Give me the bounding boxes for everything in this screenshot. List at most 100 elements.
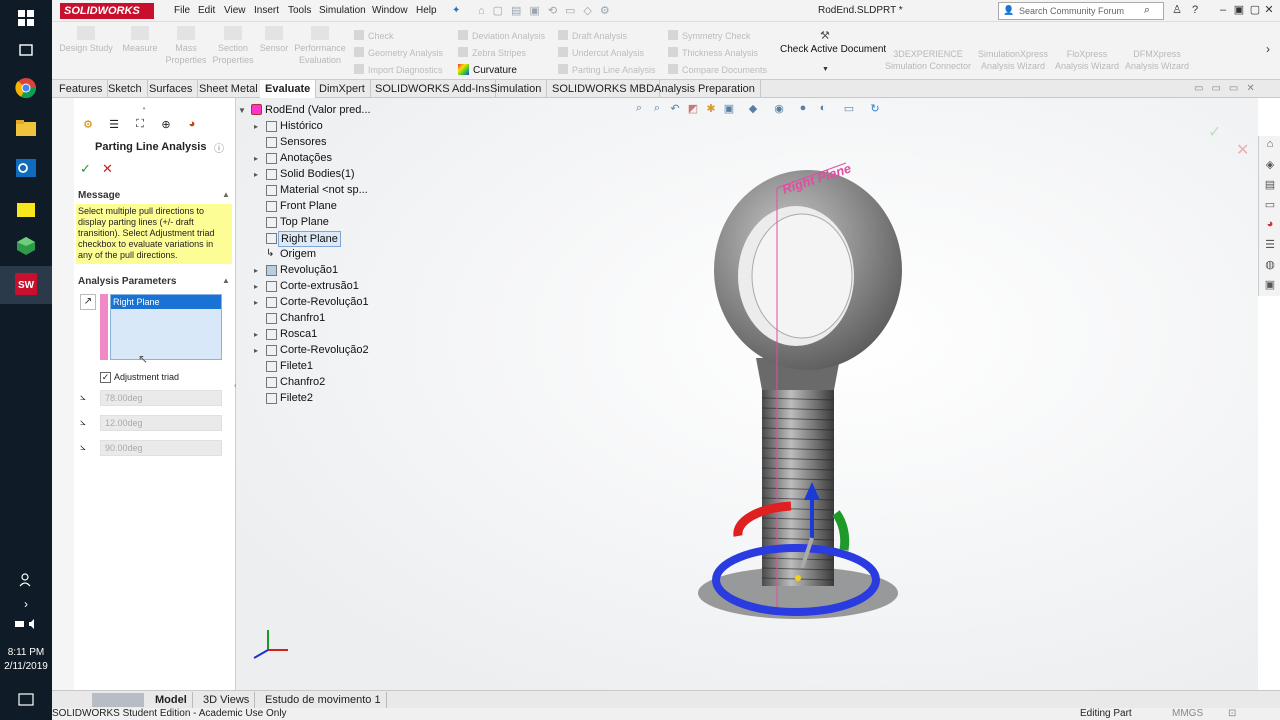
tab-motion-study-1[interactable]: Estudo de movimento 1 (260, 692, 387, 708)
task-view-icon[interactable] (14, 38, 38, 62)
status-units[interactable]: MMGS (1172, 708, 1203, 720)
edit-appearance-icon[interactable]: ● (796, 102, 810, 116)
solidworks-taskbar-icon[interactable]: SW (14, 272, 38, 296)
status-expand-icon[interactable]: ⊡ (1228, 708, 1236, 720)
file-explorer-icon[interactable] (14, 116, 38, 140)
search-icon[interactable]: ⌕ (1140, 3, 1154, 17)
tree-item-front-plane[interactable]: Front Plane (280, 200, 337, 212)
quick-access-toolbar[interactable]: ⌂▢▤▣⟲▭◇⚙ (478, 4, 708, 18)
design-study-button[interactable]: Design Study (58, 26, 114, 54)
tab-dimxpert[interactable]: DimXpert (314, 80, 371, 98)
zebra-stripes-button[interactable]: Zebra Stripes (458, 47, 526, 58)
sensor-button[interactable]: Sensor (256, 26, 292, 54)
compare-documents-button[interactable]: Compare Documents (668, 64, 767, 75)
tree-item-historico[interactable]: Histórico (280, 120, 323, 132)
rebuild-icon[interactable]: ↻ (868, 102, 882, 116)
expand-arrow-icon[interactable]: ▸ (254, 346, 258, 355)
geometry-analysis-button[interactable]: Geometry Analysis (354, 47, 443, 58)
tree-item-chanfro1[interactable]: Chanfro1 (280, 312, 325, 324)
confirm-corner-cancel-icon[interactable]: ✕ (1236, 140, 1249, 160)
view-orientation-icon[interactable]: ▣ (722, 102, 736, 116)
zoom-to-fit-icon[interactable]: ⌕ (632, 102, 646, 116)
parting-line-analysis-button[interactable]: Parting Line Analysis (558, 64, 656, 75)
search-people-icon[interactable]: 👤 (1002, 3, 1016, 17)
dynamic-annotation-icon[interactable]: ✱ (704, 102, 718, 116)
undercut-analysis-button[interactable]: Undercut Analysis (558, 47, 644, 58)
tab-scroll-controls[interactable] (92, 693, 144, 707)
app-cube-icon[interactable] (14, 234, 38, 258)
pin-icon[interactable]: ✦ (452, 5, 460, 16)
chrome-icon[interactable] (14, 76, 38, 100)
file-explorer-icon[interactable]: ▭ (1263, 198, 1277, 212)
ok-checkmark-button[interactable]: ✓ (80, 161, 91, 177)
view-palette-icon[interactable]: ▣ (1263, 278, 1277, 292)
solidworks-forum-icon[interactable]: ◍ (1263, 258, 1277, 272)
expand-arrow-icon[interactable]: ▸ (254, 330, 258, 339)
chevron-down-icon[interactable]: ▼ (238, 106, 246, 115)
collapse-chevron-icon[interactable]: ▲ (222, 190, 230, 199)
tree-item-corte-revolucao2[interactable]: Corte-Revolução2 (280, 344, 369, 356)
apply-scene-icon[interactable]: ◐ (816, 102, 830, 116)
thickness-analysis-button[interactable]: Thickness Analysis (668, 47, 758, 58)
check-button[interactable]: Check (354, 30, 394, 41)
tree-root-rodend[interactable]: RodEnd (Valor pred... (265, 104, 371, 116)
tree-item-anotacoes[interactable]: Anotações (280, 152, 332, 164)
close-button[interactable]: ✕ (1262, 3, 1276, 17)
people-icon[interactable] (14, 568, 38, 592)
tree-item-filete2[interactable]: Filete2 (280, 392, 313, 404)
battery-volume-icon[interactable] (14, 612, 38, 636)
view-settings-icon[interactable]: ▭ (842, 102, 856, 116)
dfmxpress-button[interactable]: DFMXpress Analysis Wizard (1122, 48, 1192, 72)
notification-icon[interactable] (14, 688, 38, 712)
tree-item-solid-bodies[interactable]: Solid Bodies(1) (280, 168, 355, 180)
graphics-viewport[interactable]: Right Plane (236, 98, 1258, 690)
section-view-icon[interactable]: ◩ (686, 102, 700, 116)
design-library-icon[interactable]: ▤ (1263, 178, 1277, 192)
import-diagnostics-button[interactable]: Import Diagnostics (354, 64, 443, 75)
expand-arrow-icon[interactable]: ▸ (254, 154, 258, 163)
home-icon[interactable]: ⌂ (1263, 138, 1277, 152)
tree-item-chanfro2[interactable]: Chanfro2 (280, 376, 325, 388)
measure-button[interactable]: Measure (118, 26, 162, 54)
menu-tools[interactable]: Tools (288, 5, 311, 16)
menu-edit[interactable]: Edit (198, 5, 215, 16)
mass-properties-button[interactable]: Mass Properties (164, 26, 208, 66)
help-icon[interactable]: ⓘ (214, 140, 224, 155)
clock-time[interactable]: 8:11 PM (0, 647, 52, 658)
zoom-to-area-icon[interactable]: ⌕ (650, 102, 664, 116)
menu-help[interactable]: Help (416, 5, 437, 16)
tab-sketch[interactable]: Sketch (103, 80, 148, 98)
floxpress-button[interactable]: FloXpress Analysis Wizard (1052, 48, 1122, 72)
expand-arrow-icon[interactable]: ▸ (254, 122, 258, 131)
tree-item-filete1[interactable]: Filete1 (280, 360, 313, 372)
tree-item-rosca1[interactable]: Rosca1 (280, 328, 317, 340)
expand-arrow-icon[interactable]: ▸ (254, 298, 258, 307)
analysis-parameters-header[interactable]: Analysis Parameters (78, 276, 176, 287)
tree-item-corte-revolucao1[interactable]: Corte-Revolução1 (280, 296, 369, 308)
pm-drag-handle[interactable]: • (52, 104, 236, 113)
confirm-corner-ok-icon[interactable]: ✓ (1208, 122, 1221, 142)
appearances-icon[interactable]: ◕ (1263, 218, 1277, 232)
section-properties-button[interactable]: Section Properties (210, 26, 256, 66)
angle-field-2[interactable]: 12.00deg (100, 415, 222, 431)
3dexperience-simulation-connector-button[interactable]: 3DEXPERIENCE Simulation Connector (882, 48, 974, 72)
hide-show-items-icon[interactable]: ◉ (772, 102, 786, 116)
dimxpert-manager-tab-icon[interactable]: ⊕ (156, 118, 176, 134)
expand-arrow-icon[interactable]: ▸ (254, 170, 258, 179)
feature-manager-tab-icon[interactable]: ⚙ (78, 118, 98, 134)
sticky-notes-icon[interactable] (14, 196, 38, 220)
clock-date[interactable]: 2/11/2019 (0, 661, 52, 672)
selected-plane-item[interactable]: Right Plane (111, 295, 221, 309)
restore-button[interactable]: ▣ (1232, 3, 1246, 17)
configuration-manager-tab-icon[interactable]: ⛶ (130, 118, 150, 134)
tab-evaluate[interactable]: Evaluate (260, 80, 317, 98)
tree-item-revolucao1[interactable]: Revolução1 (280, 264, 338, 276)
tab-simulation[interactable]: Simulation (485, 80, 548, 98)
user-icon[interactable]: ♙ (1170, 3, 1184, 17)
pull-direction-list[interactable]: Right Plane (110, 294, 222, 360)
tab-solidworks-add-ins[interactable]: SOLIDWORKS Add-Ins (370, 80, 496, 98)
tree-item-origem[interactable]: Origem (280, 248, 316, 260)
outlook-icon[interactable] (14, 156, 38, 180)
menu-file[interactable]: File (174, 5, 190, 16)
tree-item-right-plane[interactable]: Right Plane (278, 231, 341, 247)
